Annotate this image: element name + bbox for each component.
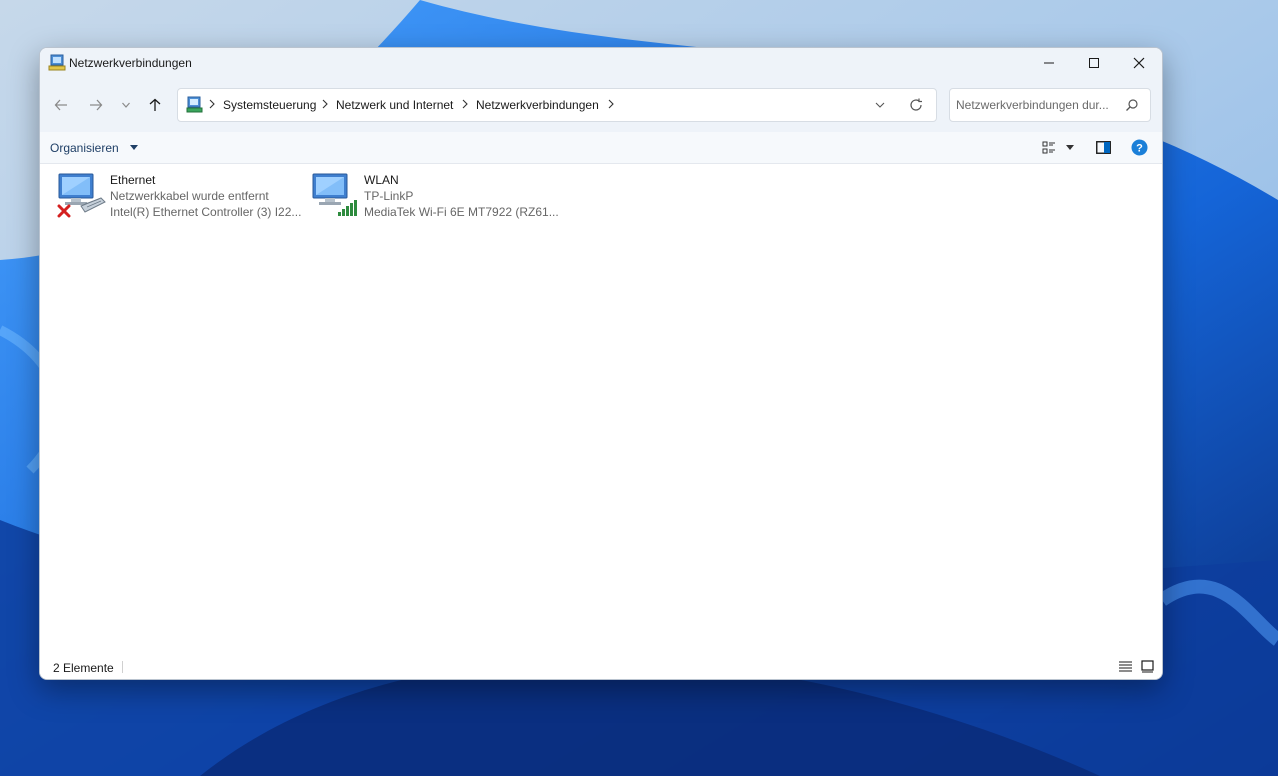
connection-item-wlan[interactable]: WLAN TP-LinkP MediaTek Wi-Fi 6E MT7922 (… [311,170,561,226]
close-icon [1133,57,1145,69]
connection-status: Netzwerkkabel wurde entfernt [110,189,269,203]
recent-locations-button[interactable] [112,91,140,119]
status-bar: 2 Elemente [40,653,1162,679]
network-connections-icon [48,54,66,71]
address-history-chevron-icon[interactable] [875,101,885,109]
change-view-icon[interactable] [1042,141,1056,155]
maximize-icon [1089,58,1099,68]
search-placeholder: Netzwerkverbindungen dur... [956,98,1109,112]
connection-status: TP-LinkP [364,189,414,203]
preview-pane-icon[interactable] [1096,141,1111,154]
breadcrumb-netzwerk-und-internet[interactable]: Netzwerk und Internet [336,98,453,112]
arrow-right-icon [90,99,103,111]
breadcrumb-separator-icon[interactable] [321,99,329,109]
svg-text:?: ? [1136,143,1143,155]
arrow-left-icon [54,99,67,111]
connection-name: Ethernet [110,173,156,187]
minimize-button[interactable] [1026,48,1072,78]
connection-device: MediaTek Wi-Fi 6E MT7922 (RZ61... [364,205,559,219]
item-count: 2 Elemente [53,661,114,675]
search-input[interactable]: Netzwerkverbindungen dur... [949,88,1151,122]
chevron-down-icon [122,102,130,108]
view-options-dropdown-icon[interactable] [1066,145,1074,151]
search-icon [1126,99,1138,111]
arrow-up-icon [149,98,161,111]
command-bar: Organisieren ? [40,132,1162,164]
organize-dropdown-icon[interactable] [130,145,138,151]
breadcrumb-netzwerkverbindungen[interactable]: Netzwerkverbindungen [476,98,599,112]
organize-button[interactable]: Organisieren [50,141,119,155]
maximize-button[interactable] [1071,48,1117,78]
file-list[interactable]: Ethernet Netzwerkkabel wurde entfernt In… [40,164,1162,653]
up-button[interactable] [141,91,169,119]
address-bar[interactable]: Systemsteuerung Netzwerk und Internet Ne… [177,88,937,122]
help-icon[interactable]: ? [1131,139,1148,156]
details-view-icon[interactable] [1119,661,1132,672]
breadcrumb-separator-icon[interactable] [607,99,615,109]
connection-item-ethernet[interactable]: Ethernet Netzwerkkabel wurde entfernt In… [57,170,307,226]
title-bar[interactable]: Netzwerkverbindungen [40,48,1162,78]
ethernet-disconnected-icon [57,173,106,218]
status-divider [122,661,123,673]
breadcrumb-separator-icon[interactable] [461,99,469,109]
back-button[interactable] [47,91,75,119]
breadcrumb-separator-icon [209,99,215,109]
close-button[interactable] [1116,48,1162,78]
connection-name: WLAN [364,173,399,187]
breadcrumb-systemsteuerung[interactable]: Systemsteuerung [223,98,316,112]
minimize-icon [1044,62,1054,64]
window-title: Netzwerkverbindungen [69,56,192,70]
explorer-window: Netzwerkverbindungen Systemsteuerung Net… [39,47,1163,680]
large-icons-view-icon[interactable] [1141,660,1154,673]
wifi-connected-icon [312,173,357,216]
connection-device: Intel(R) Ethernet Controller (3) I22... [110,205,302,219]
control-panel-icon [186,96,203,113]
refresh-icon[interactable] [909,98,923,112]
forward-button[interactable] [82,91,110,119]
